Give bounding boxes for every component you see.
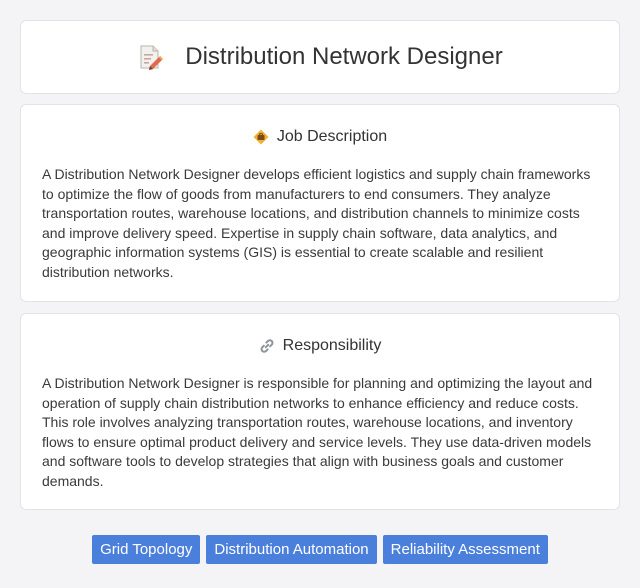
tag-grid-topology[interactable]: Grid Topology: [92, 535, 201, 564]
job-description-card: Job Description A Distribution Network D…: [20, 104, 620, 302]
job-description-heading-text: Job Description: [276, 128, 388, 145]
responsibility-heading: Responsibility: [42, 336, 598, 356]
title-wrap: Distribution Network Designer: [137, 43, 503, 71]
job-description-text: A Distribution Network Designer develops…: [42, 166, 591, 280]
responsibility-text: A Distribution Network Designer is respo…: [42, 375, 593, 489]
document-pencil-icon: [137, 44, 164, 70]
briefcase-badge-icon: [253, 129, 269, 145]
responsibility-card: Responsibility A Distribution Network De…: [20, 313, 620, 510]
link-icon: [259, 338, 275, 354]
page-title: Distribution Network Designer: [185, 43, 503, 70]
responsibility-heading-text: Responsibility: [282, 337, 382, 354]
tag-list: Grid Topology Distribution Automation Re…: [0, 535, 640, 564]
tag-distribution-automation[interactable]: Distribution Automation: [206, 535, 377, 564]
tag-reliability-assessment[interactable]: Reliability Assessment: [382, 535, 548, 564]
title-card: Distribution Network Designer: [20, 20, 620, 94]
job-description-heading: Job Description: [42, 127, 598, 147]
